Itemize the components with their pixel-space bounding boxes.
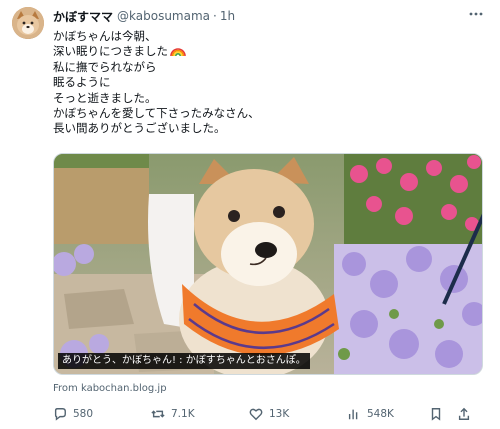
tweet-card: かぼすママ @kabosumama · 1h かぼちゃんは今朝、 深い眠りにつき… — [0, 0, 500, 429]
share-button[interactable] — [457, 404, 477, 424]
rainbow-emoji-icon — [170, 48, 186, 57]
tweet-line: 眠るように — [53, 75, 111, 90]
like-count: 13K — [269, 408, 290, 420]
tweet-line: かぼちゃんを愛して下さったみなさん、 — [53, 106, 260, 121]
repost-button[interactable]: 7.1K — [151, 404, 195, 424]
views-button[interactable]: 548K — [347, 404, 394, 424]
repost-icon — [151, 410, 165, 418]
reply-icon — [54, 408, 66, 421]
views-count: 548K — [367, 408, 394, 420]
action-bar: 580 7.1K 13K 548K — [53, 404, 493, 424]
author-handle[interactable]: @kabosumama — [117, 9, 210, 23]
tweet-line: かぼちゃんは今朝、 — [53, 29, 157, 43]
link-source[interactable]: From kabochan.blog.jp — [53, 383, 167, 394]
views-bar-icon — [348, 409, 358, 420]
shiba-avatar-icon[interactable] — [12, 7, 44, 39]
like-button[interactable]: 13K — [249, 404, 289, 424]
tweet-header: かぼすママ @kabosumama · 1h — [53, 7, 235, 25]
tweet-line: 深い眠りにつきました — [53, 44, 168, 59]
bookmark-icon — [431, 408, 441, 421]
author-display-name[interactable]: かぼすママ — [53, 8, 113, 25]
share-icon — [458, 407, 470, 420]
more-button[interactable] — [466, 6, 486, 22]
heart-icon — [249, 408, 263, 421]
tweet-line: 私に撫でられながら — [53, 59, 157, 74]
reply-button[interactable]: 580 — [53, 404, 93, 424]
bookmark-button[interactable] — [429, 404, 449, 424]
more-dots-icon — [469, 12, 483, 16]
tweet-media-photo[interactable]: ありがとう、かぼちゃん! : かぼすちゃんとおさんぽ。 — [53, 153, 483, 375]
tweet-text: かぼちゃんは今朝、 深い眠りにつきました 私に撫でられながら 眠るように そっと… — [53, 29, 483, 137]
tweet-line-with-emoji: 深い眠りにつきました — [53, 44, 483, 59]
tweet-timestamp[interactable]: 1h — [220, 9, 235, 23]
tweet-line: 長い間ありがとうございました。 — [53, 121, 226, 136]
media-caption: ありがとう、かぼちゃん! : かぼすちゃんとおさんぽ。 — [58, 353, 310, 369]
repost-count: 7.1K — [171, 408, 195, 420]
header-separator: · — [213, 9, 217, 23]
shiba-photo — [54, 154, 482, 374]
tweet-line: そっと逝きました。 — [53, 90, 157, 105]
reply-count: 580 — [73, 408, 94, 420]
